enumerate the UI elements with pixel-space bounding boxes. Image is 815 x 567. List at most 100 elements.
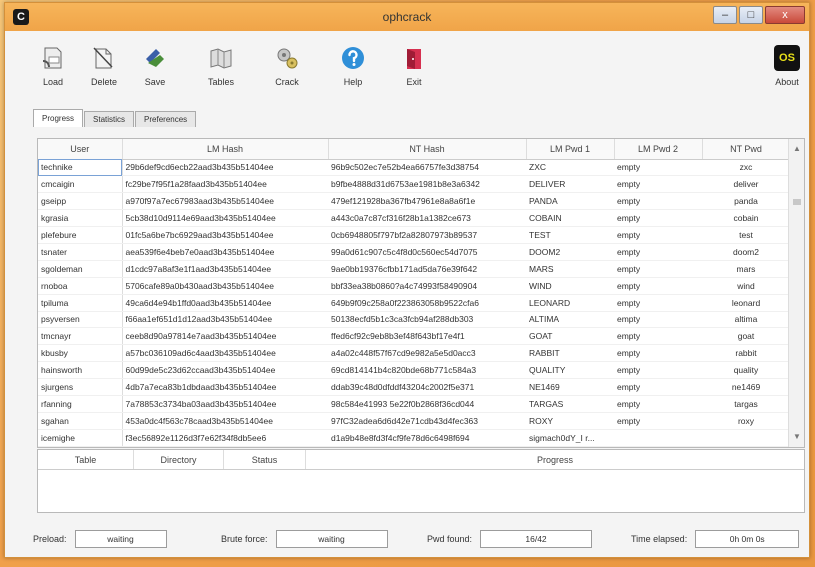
about-button[interactable]: OS About: [767, 45, 807, 87]
pwd-found-label: Pwd found:: [427, 534, 473, 544]
hash-table[interactable]: User LM Hash NT Hash LM Pwd 1 LM Pwd 2 N…: [37, 138, 805, 448]
lm-pwd-1-cell: NE1469: [526, 378, 614, 396]
user-cell: icemighe: [38, 429, 123, 447]
user-cell: tsnater: [38, 243, 123, 261]
crack-gears-icon: [277, 48, 298, 69]
table-status-panel: Table Directory Status Progress: [37, 449, 805, 513]
table-row[interactable]: hainsworth 60d99de5c23d62ccaad3b435b51404…: [38, 361, 790, 380]
nt-hash-cell: 97fC32adea6d6d42e71cdb43d4fec363: [328, 412, 526, 430]
column-header-lm-pwd-1[interactable]: LM Pwd 1: [526, 139, 615, 160]
status-header-directory[interactable]: Directory: [134, 450, 224, 469]
nt-hash-cell: 0cb6948805f797bf2a82807973b89537: [328, 226, 526, 244]
minimize-button[interactable]: –: [713, 6, 737, 24]
table-row[interactable]: plefebure 01fc5a6be7bc6929aad3b435b51404e…: [38, 226, 790, 244]
nt-hash-cell: 9ae0bb19376cfbb171ad5da76e39f642: [328, 260, 526, 278]
lm-pwd-2-cell: [614, 429, 702, 447]
lm-pwd-1-cell: GOAT: [526, 327, 614, 346]
lm-hash-cell: a970f97a7ec67983aad3b435b51404ee: [122, 192, 328, 211]
scrollbar-thumb[interactable]: [793, 199, 801, 205]
tables-icon: [210, 48, 232, 69]
tab-preferences[interactable]: Preferences: [135, 111, 197, 127]
tab-statistics[interactable]: Statistics: [84, 111, 135, 127]
crack-button[interactable]: Crack: [267, 45, 307, 87]
status-header-table[interactable]: Table: [38, 450, 134, 469]
scroll-down-icon[interactable]: ▼: [789, 429, 804, 445]
table-row[interactable]: icemighe f3ec56892e1126d3f7e62f34f8db5ee6…: [38, 429, 790, 447]
table-row[interactable]: sjurgens 4db7a7eca83b1dbdaad3b435b51404ee…: [38, 378, 790, 396]
table-row[interactable]: rfanning 7a78853c3734ba03aad3b435b51404ee…: [38, 395, 790, 413]
brute-force-status-field: waiting: [275, 530, 388, 548]
delete-button[interactable]: Delete: [84, 45, 124, 87]
user-cell: gseipp: [38, 192, 123, 211]
table-row[interactable]: gseipp a970f97a7ec67983aad3b435b51404ee 47…: [38, 192, 790, 211]
save-button[interactable]: Save: [135, 45, 175, 87]
column-header-lm-hash[interactable]: LM Hash: [122, 139, 329, 160]
nt-hash-cell: d1a9b48e8fd3f4cf9fe78d6c6498f694: [328, 429, 526, 447]
lm-pwd-2-cell: empty: [614, 395, 702, 413]
tables-label: Tables: [207, 77, 234, 87]
table-row[interactable]: kbusby a57bc036109ad6c4aad3b435b51404ee a4…: [38, 344, 790, 363]
nt-hash-cell: 96b9c502ec7e52b4ea66757fe3d38754: [328, 159, 526, 177]
time-elapsed-label: Time elapsed:: [631, 534, 688, 544]
column-header-lm-pwd-2[interactable]: LM Pwd 2: [614, 139, 703, 160]
table-row[interactable]: kgrasia 5cb38d10d9114e69aad3b435b51404ee a…: [38, 209, 790, 228]
lm-pwd-2-cell: empty: [614, 260, 702, 278]
table-row[interactable]: tsnater aea539f6e4beb7e0aad3b435b51404ee 9…: [38, 243, 790, 261]
maximize-button[interactable]: □: [739, 6, 763, 24]
nt-pwd-cell: [702, 446, 790, 447]
nt-hash-cell: 50138ecfd5b1c3ca3fcb94af288db303: [328, 311, 526, 329]
column-header-nt-hash[interactable]: NT Hash: [328, 139, 527, 160]
nt-hash-cell: a443c0a7c87cf316f28b1a1382ce673: [328, 209, 526, 228]
lm-hash-cell: ceeb8d90a97814e7aad3b435b51404ee: [122, 327, 328, 346]
title-bar[interactable]: C ophcrack – □ x: [5, 3, 809, 31]
lm-pwd-1-cell: ROXY: [526, 412, 614, 430]
nt-hash-cell: b9fbe4888d31d6753ae1981b8e3a6342: [328, 175, 526, 194]
table-row[interactable]: psyversen f66aa1ef651d1d12aad3b435b51404e…: [38, 311, 790, 329]
table-row[interactable]: tmcnayr ceeb8d90a97814e7aad3b435b51404ee f…: [38, 327, 790, 346]
lm-hash-cell: 4db7a7eca83b1dbdaad3b435b51404ee: [122, 378, 328, 396]
table-row[interactable]: jmyackc9248afd4a9cb47bc2265b23734e0dac53…: [38, 446, 790, 447]
status-header-status[interactable]: Status: [224, 450, 306, 469]
nt-pwd-cell: altima: [702, 311, 790, 329]
exit-button[interactable]: Exit: [394, 45, 434, 87]
help-icon: [342, 47, 364, 69]
time-elapsed-field: 0h 0m 0s: [695, 530, 800, 548]
tab-bar: Progress Statistics Preferences: [33, 109, 197, 127]
table-row[interactable]: cmcaigin fc29be7f95f1a28faad3b435b51404ee…: [38, 175, 790, 194]
tab-progress[interactable]: Progress: [33, 109, 84, 127]
table-row[interactable]: tpiluma 49ca6d4e94b1ffd0aad3b435b51404ee 6…: [38, 294, 790, 312]
lm-pwd-1-cell: LEONARD: [526, 294, 614, 312]
user-cell: sgoldeman: [38, 260, 123, 278]
lm-pwd-1-cell: ALTIMA: [526, 311, 614, 329]
scroll-up-icon[interactable]: ▲: [789, 141, 804, 157]
lm-pwd-2-cell: empty: [614, 412, 702, 430]
lm-pwd-2-cell: empty: [614, 311, 702, 329]
exit-door-icon: [407, 49, 421, 69]
status-header-progress[interactable]: Progress: [306, 450, 804, 469]
lm-pwd-2-cell: empty: [614, 327, 702, 346]
table-row[interactable]: rnoboa 5706cafe89a0b430aad3b435b51404ee bb…: [38, 277, 790, 295]
column-header-user[interactable]: User: [38, 139, 123, 160]
user-cell: plefebure: [38, 226, 123, 244]
lm-pwd-1-cell: TEST: [526, 226, 614, 244]
nt-pwd-cell: wind: [702, 277, 790, 295]
load-button[interactable]: Load: [33, 45, 73, 87]
lm-pwd-1-cell: DELIVER: [526, 175, 614, 194]
column-header-nt-pwd[interactable]: NT Pwd: [702, 139, 791, 160]
tables-button[interactable]: Tables: [201, 45, 241, 87]
load-label: Load: [42, 77, 64, 87]
table-row[interactable]: sgoldeman d1cdc97a8af3e1f1aad3b435b51404e…: [38, 260, 790, 278]
lm-hash-cell: 7a78853c3734ba03aad3b435b51404ee: [122, 395, 328, 413]
table-row[interactable]: sgahan 453a0dc4f563c78caad3b435b51404ee 97…: [38, 412, 790, 430]
lm-hash-cell: d1cdc97a8af3e1f1aad3b435b51404ee: [122, 260, 328, 278]
lm-hash-cell: 5706cafe89a0b430aad3b435b51404ee: [122, 277, 328, 295]
nt-hash-cell: 99a0d61c907c5c4f8d0c560ec54d7075: [328, 243, 526, 261]
table-row[interactable]: technike 29b6def9cd6ecb22aad3b435b51404ee…: [38, 159, 790, 177]
user-cell: hainsworth: [38, 361, 123, 380]
user-cell: cmcaigin: [38, 175, 123, 194]
delete-icon: [93, 47, 113, 69]
table-scrollbar[interactable]: ▲ ▼: [788, 139, 804, 447]
help-button[interactable]: Help: [333, 45, 373, 87]
user-cell: technike: [38, 159, 123, 177]
close-window-button[interactable]: x: [765, 6, 805, 24]
